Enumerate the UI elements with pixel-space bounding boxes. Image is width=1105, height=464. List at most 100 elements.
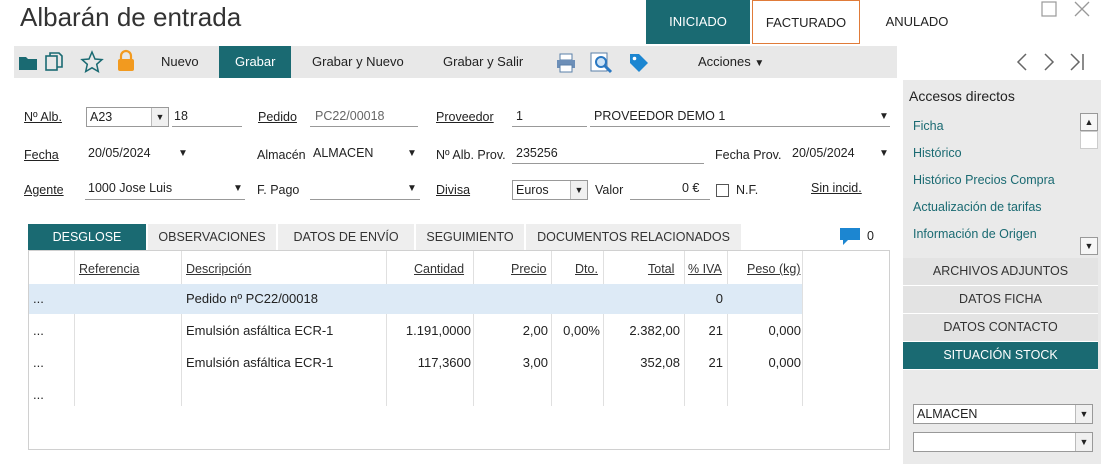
fecha-value[interactable]: 20/05/2024	[88, 146, 151, 160]
cell-iva[interactable]: 21	[685, 316, 723, 346]
cell-total[interactable]: 352,08	[604, 348, 680, 378]
pedido-value[interactable]: PC22/00018	[315, 109, 385, 123]
col-header-precio[interactable]: Precio	[511, 262, 546, 276]
star-icon[interactable]	[80, 50, 104, 74]
comment-icon[interactable]	[838, 226, 862, 249]
link-historico-precios[interactable]: Histórico Precios Compra	[913, 173, 1055, 187]
printer-icon[interactable]	[555, 52, 575, 73]
col-header-cantidad[interactable]: Cantidad	[414, 262, 464, 276]
cell-peso[interactable]: 0,000	[729, 348, 801, 378]
num-value[interactable]: 18	[174, 109, 188, 123]
row-marker[interactable]: ...	[33, 348, 44, 378]
tab-desglose[interactable]: DESGLOSE	[28, 224, 146, 250]
tab-datos-envio[interactable]: DATOS DE ENVÍO	[278, 224, 414, 250]
valor-value[interactable]: 0 €	[682, 181, 699, 195]
tab-seguimiento[interactable]: SEGUIMIENTO	[416, 224, 524, 250]
scroll-up-icon[interactable]: ▲	[1080, 113, 1098, 131]
fecha-dropdown-icon[interactable]: ▼	[178, 148, 188, 159]
state-anulado[interactable]: ANULADO	[862, 0, 972, 44]
nf-checkbox[interactable]	[716, 184, 729, 197]
nuevo-button[interactable]: Nuevo	[161, 46, 199, 78]
cell-iva[interactable]: 21	[685, 348, 723, 378]
scroll-down-icon[interactable]: ▼	[1080, 237, 1098, 255]
tab-documentos-relacionados[interactable]: DOCUMENTOS RELACIONADOS	[526, 224, 741, 250]
grabar-nuevo-button[interactable]: Grabar y Nuevo	[312, 46, 404, 78]
link-ficha[interactable]: Ficha	[913, 119, 944, 133]
copy-icon[interactable]	[44, 52, 64, 72]
col-header-peso[interactable]: Peso (kg)	[747, 262, 801, 276]
row-marker[interactable]: ...	[33, 380, 44, 410]
link-informacion-origen[interactable]: Información de Origen	[913, 227, 1037, 241]
col-header-referencia[interactable]: Referencia	[79, 262, 139, 276]
almacen-value[interactable]: ALMACEN	[313, 146, 373, 160]
col-header-iva[interactable]: % IVA	[688, 262, 722, 276]
stock-almacen-select[interactable]: ALMACEN ▼	[913, 404, 1093, 424]
fecha-prov-dropdown-icon[interactable]: ▼	[879, 148, 889, 159]
archivos-adjuntos-button[interactable]: ARCHIVOS ADJUNTOS	[903, 258, 1098, 286]
link-historico[interactable]: Histórico	[913, 146, 962, 160]
cell-total[interactable]	[604, 284, 680, 314]
cell-descripcion[interactable]: Emulsión asfáltica ECR-1	[186, 316, 333, 346]
state-facturado[interactable]: FACTURADO	[752, 0, 860, 44]
situacion-stock-button[interactable]: SITUACIÓN STOCK	[903, 342, 1098, 370]
cell-total[interactable]: 2.382,00	[604, 316, 680, 346]
preview-icon[interactable]	[590, 52, 613, 74]
sin-incid-link[interactable]: Sin incid.	[811, 181, 862, 195]
row-marker[interactable]: ...	[33, 316, 44, 346]
cell-iva[interactable]: 0	[685, 284, 723, 314]
row-marker[interactable]: ...	[33, 284, 44, 314]
tag-icon[interactable]	[628, 52, 648, 72]
link-actualizacion-tarifas[interactable]: Actualización de tarifas	[913, 200, 1042, 214]
tab-observaciones[interactable]: OBSERVACIONES	[148, 224, 276, 250]
cell-dto[interactable]	[552, 284, 600, 314]
grabar-salir-button[interactable]: Grabar y Salir	[443, 46, 523, 78]
stock-second-select[interactable]: ▼	[913, 432, 1093, 452]
agente-value[interactable]: 1000 Jose Luis	[88, 181, 172, 195]
state-iniciado[interactable]: INICIADO	[646, 0, 750, 44]
cell-precio[interactable]: 3,00	[475, 348, 548, 378]
serie-select[interactable]: A23 ▼	[86, 107, 169, 127]
table-row[interactable]: ...	[29, 380, 802, 410]
dropdown-arrow-icon: ▼	[151, 108, 168, 126]
scroll-thumb[interactable]	[1080, 131, 1098, 149]
next-icon[interactable]	[1041, 52, 1057, 75]
prev-icon[interactable]	[1014, 52, 1030, 75]
almacen-dropdown-icon[interactable]: ▼	[407, 148, 417, 159]
proveedor-dropdown-icon[interactable]: ▼	[879, 111, 889, 122]
cell-descripcion[interactable]: Emulsión asfáltica ECR-1	[186, 348, 333, 378]
datos-contacto-button[interactable]: DATOS CONTACTO	[903, 314, 1098, 342]
proveedor-label[interactable]: Proveedor	[436, 110, 494, 124]
acciones-menu[interactable]: Acciones ▼	[698, 46, 764, 78]
cell-dto[interactable]: 0,00%	[552, 316, 600, 346]
close-icon[interactable]	[1073, 0, 1091, 24]
cell-cantidad[interactable]: 1.191,0000	[387, 316, 471, 346]
grabar-button[interactable]: Grabar	[219, 46, 292, 78]
cell-cantidad[interactable]	[387, 284, 471, 314]
datos-ficha-button[interactable]: DATOS FICHA	[903, 286, 1098, 314]
num-alb-prov-value[interactable]: 235256	[516, 146, 558, 160]
fecha-prov-value[interactable]: 20/05/2024	[792, 146, 855, 160]
folder-icon[interactable]	[18, 52, 38, 72]
cell-dto[interactable]	[552, 348, 600, 378]
cell-precio[interactable]	[475, 284, 548, 314]
cell-descripcion[interactable]: Pedido nº PC22/00018	[186, 284, 318, 314]
cell-precio[interactable]: 2,00	[475, 316, 548, 346]
col-header-total[interactable]: Total	[648, 262, 674, 276]
table-row[interactable]: ... Emulsión asfáltica ECR-1 1.191,0000 …	[29, 316, 802, 346]
agente-dropdown-icon[interactable]: ▼	[233, 183, 243, 194]
pedido-label[interactable]: Pedido	[258, 110, 297, 124]
proveedor-name[interactable]: PROVEEDOR DEMO 1	[594, 109, 725, 123]
cell-cantidad[interactable]: 117,3600	[387, 348, 471, 378]
divisa-select[interactable]: Euros ▼	[512, 180, 588, 200]
maximize-icon[interactable]	[1041, 0, 1057, 23]
f-pago-dropdown-icon[interactable]: ▼	[407, 183, 417, 194]
col-header-descripcion[interactable]: Descripción	[186, 262, 251, 276]
lock-icon[interactable]	[116, 49, 136, 71]
table-row[interactable]: ... Pedido nº PC22/00018 0	[29, 284, 802, 314]
cell-peso[interactable]: 0,000	[729, 316, 801, 346]
proveedor-code[interactable]: 1	[516, 109, 523, 123]
table-row[interactable]: ... Emulsión asfáltica ECR-1 117,3600 3,…	[29, 348, 802, 378]
last-icon[interactable]	[1068, 52, 1088, 75]
col-header-dto[interactable]: Dto.	[575, 262, 598, 276]
cell-peso[interactable]	[729, 284, 801, 314]
